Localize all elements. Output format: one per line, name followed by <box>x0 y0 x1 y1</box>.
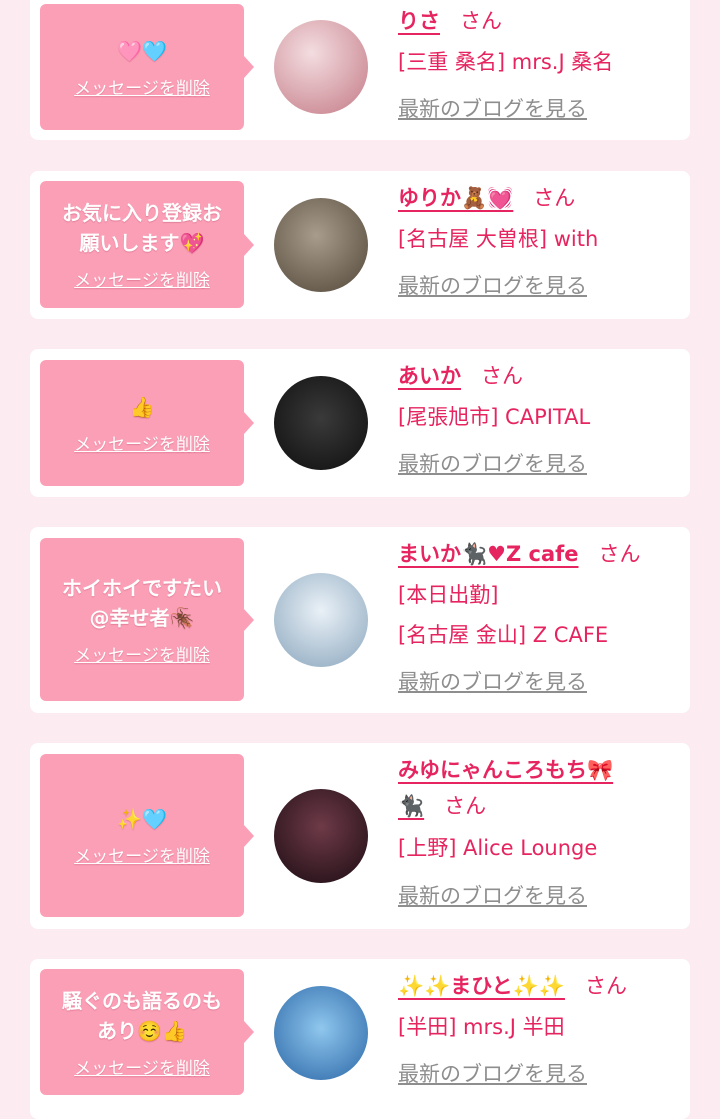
cast-info: ゆりか🧸💓 さん [名古屋 大曽根] with 最新のブログを見る <box>398 183 682 301</box>
name-line: りさ さん <box>398 6 682 36</box>
cast-info: みゆにゃんころもち🎀 🐈‍⬛ さん [上野] Alice Lounge 最新のブロ… <box>398 755 682 911</box>
cast-name-link[interactable]: あいか <box>398 364 461 388</box>
cast-info: ✨✨まひと✨✨ さん [半田] mrs.J 半田 最新のブログを見る <box>398 971 682 1089</box>
cast-name-link[interactable]: ゆりか🧸💓 <box>398 186 513 210</box>
cast-name-link[interactable]: ✨✨まひと✨✨ <box>398 974 565 998</box>
shop-label: [尾張旭市] CAPITAL <box>398 405 591 429</box>
favorite-card: 👍 メッセージを削除 あいか さん [尾張旭市] CAPITAL 最新のブログを見… <box>30 349 690 497</box>
favorite-card: ホイホイですたい @幸せ者🪳 メッセージを削除 まいか🐈‍⬛♥Z cafe さん … <box>30 527 690 713</box>
favorite-card: 🩷🩵 メッセージを削除 りさ さん [三重 桑名] mrs.J 桑名 最新のブログ… <box>30 0 690 140</box>
avatar[interactable] <box>274 573 368 667</box>
honorific: さん <box>444 794 487 818</box>
shop-label: [三重 桑名] mrs.J 桑名 <box>398 50 614 74</box>
message-text: ホイホイですたい @幸せ者🪳 <box>62 576 222 630</box>
delete-message-link[interactable]: メッセージを削除 <box>74 430 210 455</box>
avatar[interactable] <box>274 986 368 1080</box>
message-bubble: お気に入り登録お 願いします💖 メッセージを削除 <box>40 181 254 308</box>
message-text: 👍 <box>129 394 155 419</box>
avatar[interactable] <box>274 198 368 292</box>
cast-info: りさ さん [三重 桑名] mrs.J 桑名 最新のブログを見る <box>398 6 682 124</box>
honorific: さん <box>533 186 576 210</box>
delete-message-link[interactable]: メッセージを削除 <box>74 74 210 99</box>
latest-blog-link[interactable]: 最新のブログを見る <box>398 1059 587 1089</box>
cast-name-link[interactable]: まいか🐈‍⬛♥Z cafe <box>398 542 579 566</box>
delete-message-link[interactable]: メッセージを削除 <box>74 1054 210 1079</box>
message-bubble: 👍 メッセージを削除 <box>40 360 254 486</box>
avatar[interactable] <box>274 376 368 470</box>
delete-message-link[interactable]: メッセージを削除 <box>74 641 210 666</box>
message-bubble: ホイホイですたい @幸せ者🪳 メッセージを削除 <box>40 538 254 701</box>
work-status-label: [本日出勤] <box>398 583 499 607</box>
cast-info: あいか さん [尾張旭市] CAPITAL 最新のブログを見る <box>398 361 682 479</box>
delete-message-link[interactable]: メッセージを削除 <box>74 842 210 867</box>
message-text: 🩷🩵 <box>117 38 167 63</box>
message-text: 騒ぐのも語るのも あり☺️👍 <box>62 988 222 1043</box>
shop-label: [名古屋 金山] Z CAFE <box>398 623 609 647</box>
latest-blog-link[interactable]: 最新のブログを見る <box>398 881 587 911</box>
favorite-card: お気に入り登録お 願いします💖 メッセージを削除 ゆりか🧸💓 さん [名古屋 大曽… <box>30 171 690 319</box>
latest-blog-link[interactable]: 最新のブログを見る <box>398 271 587 301</box>
name-line: あいか さん <box>398 361 682 391</box>
name-line: まいか🐈‍⬛♥Z cafe さん <box>398 539 682 569</box>
shop-label: [上野] Alice Lounge <box>398 836 598 860</box>
honorific: さん <box>584 974 627 998</box>
avatar[interactable] <box>274 789 368 883</box>
honorific: さん <box>460 9 502 33</box>
message-bubble: 騒ぐのも語るのも あり☺️👍 メッセージを削除 <box>40 969 254 1095</box>
shop-label: [名古屋 大曽根] with <box>398 227 599 251</box>
message-text: ✨🩵 <box>117 807 167 831</box>
name-line: ゆりか🧸💓 さん <box>398 183 682 213</box>
honorific: さん <box>481 364 523 388</box>
cast-name-link[interactable]: りさ <box>398 9 440 33</box>
name-line: みゆにゃんころもち🎀 <box>398 755 682 785</box>
message-bubble: ✨🩵 メッセージを削除 <box>40 754 254 917</box>
delete-message-link[interactable]: メッセージを削除 <box>74 266 210 291</box>
latest-blog-link[interactable]: 最新のブログを見る <box>398 667 587 697</box>
shop-label: [半田] mrs.J 半田 <box>398 1015 565 1039</box>
favorite-card: ✨🩵 メッセージを削除 みゆにゃんころもち🎀 🐈‍⬛ さん [上野] Alice … <box>30 743 690 929</box>
cast-name-link[interactable]: みゆにゃんころもち🎀 <box>398 758 613 782</box>
latest-blog-link[interactable]: 最新のブログを見る <box>398 94 587 124</box>
cast-info: まいか🐈‍⬛♥Z cafe さん [本日出勤] [名古屋 金山] Z CAFE 最… <box>398 539 682 697</box>
cast-name-link-continued[interactable]: 🐈‍⬛ <box>398 794 424 818</box>
name-line: 🐈‍⬛ さん <box>398 791 682 821</box>
favorite-card: 騒ぐのも語るのも あり☺️👍 メッセージを削除 ✨✨まひと✨✨ さん [半田] m… <box>30 959 690 1119</box>
name-line: ✨✨まひと✨✨ さん <box>398 971 682 1001</box>
honorific: さん <box>598 542 641 566</box>
message-bubble: 🩷🩵 メッセージを削除 <box>40 4 254 130</box>
avatar[interactable] <box>274 20 368 114</box>
message-text: お気に入り登録お 願いします💖 <box>62 201 222 255</box>
latest-blog-link[interactable]: 最新のブログを見る <box>398 449 587 479</box>
